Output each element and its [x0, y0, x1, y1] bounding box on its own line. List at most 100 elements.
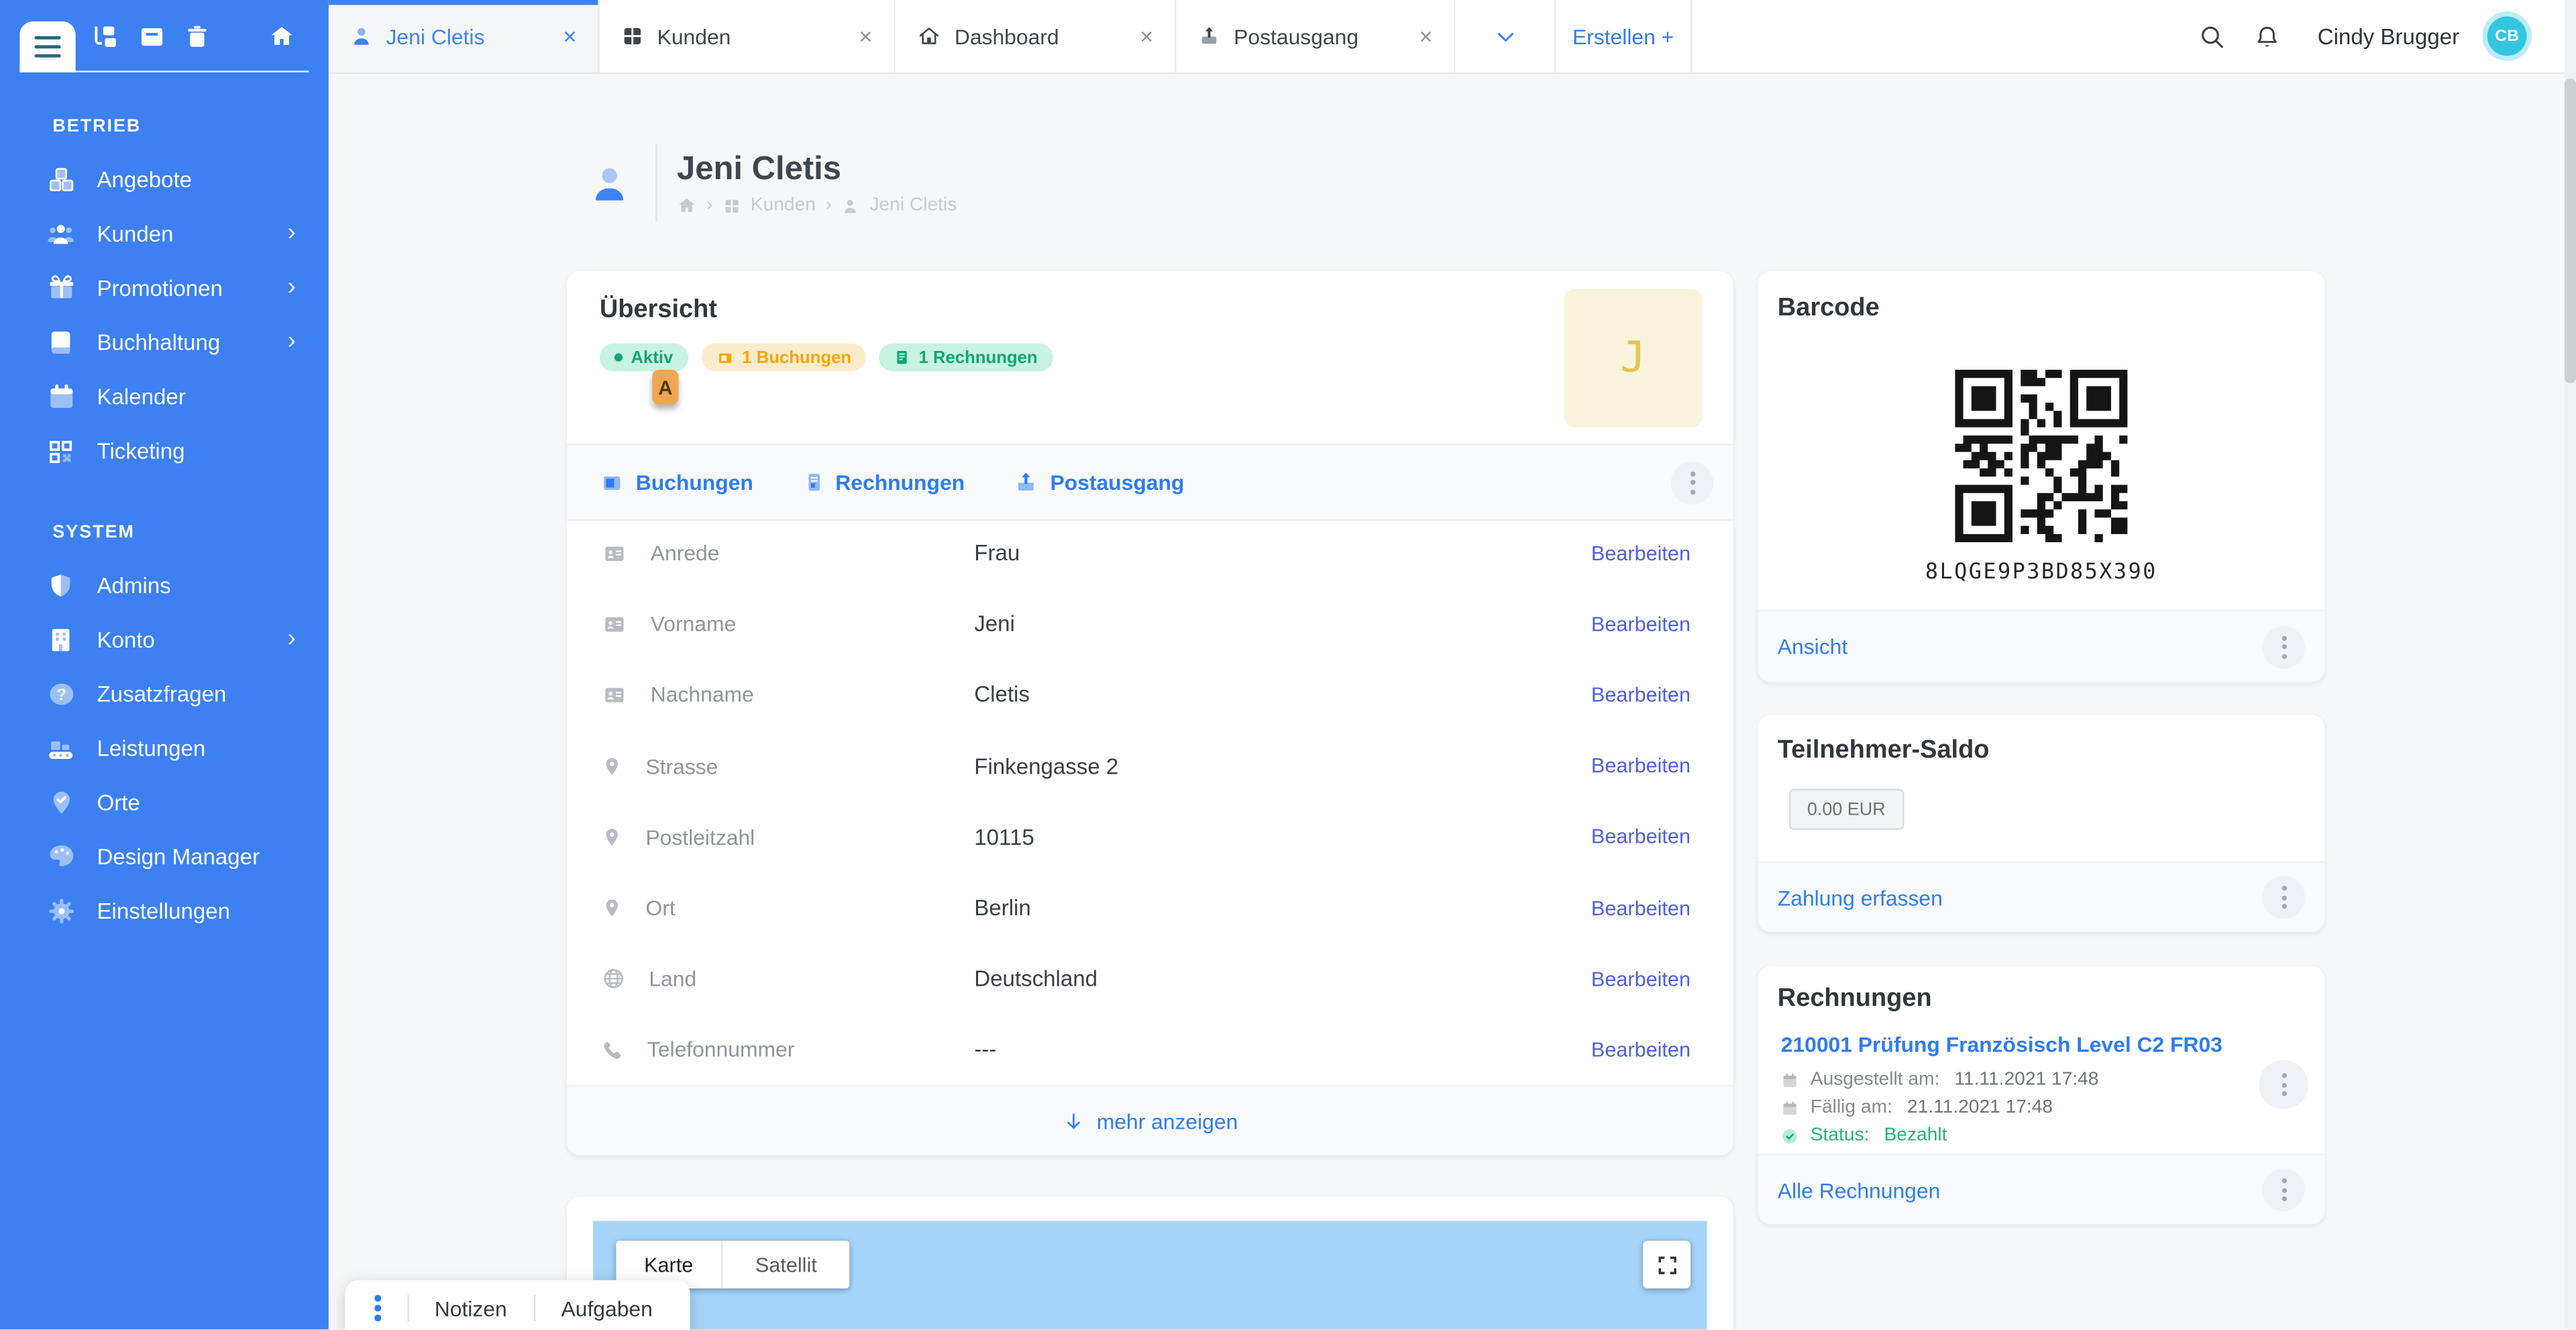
home-button[interactable] — [256, 0, 305, 72]
qr-icon — [44, 435, 77, 468]
edit-link[interactable]: Bearbeiten — [1591, 825, 1690, 848]
zahlung-erfassen-link[interactable]: Zahlung erfassen — [1778, 885, 1943, 910]
issued-value: 11.11.2021 17:48 — [1954, 1070, 2098, 1089]
avatar[interactable]: CB — [2487, 16, 2527, 56]
fullscreen-button[interactable] — [1643, 1241, 1690, 1288]
sidebar-item-kunden[interactable]: Kunden › — [0, 207, 329, 262]
home-icon — [267, 23, 295, 49]
close-icon[interactable]: × — [550, 23, 577, 49]
scrollbar-thumb[interactable] — [2565, 79, 2576, 383]
sidebar-item-orte[interactable]: Orte — [0, 776, 329, 830]
edit-link[interactable]: Bearbeiten — [1591, 613, 1690, 635]
invoice-menu-button[interactable] — [2259, 1060, 2308, 1109]
sidebar-item-label: Kalender — [97, 385, 185, 409]
scrollbar-track[interactable] — [2565, 0, 2576, 1329]
bottom-dock: Notizen Aufgaben — [345, 1280, 690, 1329]
sidebar-divider — [19, 70, 309, 72]
detail-row-postleitzahl: Postleitzahl 10115 Bearbeiten — [567, 801, 1733, 872]
detail-rows: Anrede Frau Bearbeiten Vorname Jeni Bear… — [567, 517, 1733, 1085]
menu-toggle-button[interactable] — [19, 21, 75, 72]
close-icon[interactable]: × — [1127, 23, 1154, 49]
bell-icon[interactable] — [2253, 22, 2279, 50]
check-circle-icon — [1781, 1127, 1799, 1145]
field-value: Deutschland — [974, 967, 1591, 992]
invoice-status-row: Status: Bezahlt — [1781, 1126, 2253, 1145]
create-tab-button[interactable]: Erstellen + — [1556, 0, 1692, 72]
sidebar-toolbar — [0, 0, 329, 72]
map-type-satellit-button[interactable]: Satellit — [721, 1241, 849, 1288]
tab-dashboard[interactable]: Dashboard × — [896, 0, 1177, 72]
aufgaben-button[interactable]: Aufgaben — [551, 1296, 663, 1321]
edit-link[interactable]: Bearbeiten — [1591, 754, 1690, 777]
grid-icon[interactable] — [722, 197, 741, 215]
dock-divider — [407, 1295, 408, 1321]
field-value: Jeni — [974, 612, 1591, 637]
notizen-button[interactable]: Notizen — [425, 1296, 517, 1321]
edit-link[interactable]: Bearbeiten — [1591, 542, 1690, 564]
saldo-menu-button[interactable] — [2262, 876, 2305, 919]
invoices-card: Rechnungen 210001 Prüfung Französisch Le… — [1758, 966, 2324, 1224]
show-more-button[interactable]: mehr anzeigen — [1062, 1109, 1238, 1133]
page-title: Jeni Cletis — [677, 151, 957, 187]
sidebar-item-design-manager[interactable]: Design Manager — [0, 830, 329, 884]
saldo-title: Teilnehmer-Saldo — [1778, 736, 1990, 766]
badge-rechnungen: 1 Rechnungen — [879, 344, 1053, 372]
dock-menu-button[interactable] — [365, 1295, 390, 1321]
barcode-menu-button[interactable] — [2262, 625, 2305, 668]
tab-buchungen[interactable]: Buchungen — [600, 470, 753, 495]
tab-rechnungen[interactable]: Rechnungen — [802, 470, 965, 495]
tab-jeni-cletis[interactable]: Jeni Cletis × — [329, 0, 600, 72]
edit-link[interactable]: Bearbeiten — [1591, 968, 1690, 990]
globe-icon — [601, 967, 626, 992]
overview-menu-button[interactable] — [1671, 461, 1714, 504]
chevron-down-icon — [1493, 24, 1517, 49]
home-icon[interactable] — [677, 195, 696, 215]
sidebar-item-kalender[interactable]: Kalender — [0, 370, 329, 424]
field-value: Berlin — [974, 896, 1591, 921]
sidebar-item-promotionen[interactable]: Promotionen › — [0, 261, 329, 315]
breadcrumb-kunden[interactable]: Kunden — [751, 195, 816, 215]
id-card-icon — [601, 542, 627, 564]
close-icon[interactable]: × — [1406, 23, 1433, 49]
breadcrumb-current: Jeni Cletis — [869, 195, 957, 215]
search-icon[interactable] — [2198, 22, 2226, 50]
edit-link[interactable]: Bearbeiten — [1591, 684, 1690, 707]
sidebar-item-label: Zusatzfragen — [97, 682, 226, 707]
user-name[interactable]: Cindy Brugger — [2318, 24, 2459, 49]
sidebar-item-leistungen[interactable]: Leistungen — [0, 721, 329, 776]
sidebar-item-angebote[interactable]: Angebote — [0, 153, 329, 207]
map[interactable]: Karte Satellit — [593, 1221, 1707, 1330]
id-card-icon — [601, 684, 627, 707]
trash-button[interactable] — [172, 0, 221, 72]
page-header: Jeni Cletis › Kunden › Jeni Cletis — [586, 145, 957, 222]
sidebar-item-label: Design Manager — [97, 845, 260, 870]
tab-kunden[interactable]: Kunden × — [600, 0, 896, 72]
phone-icon — [601, 1039, 624, 1062]
edit-link[interactable]: Bearbeiten — [1591, 897, 1690, 919]
close-icon[interactable]: × — [846, 23, 873, 49]
sidebar-item-label: Leistungen — [97, 736, 205, 761]
sidebar-item-zusatzfragen[interactable]: ? Zusatzfragen — [0, 667, 329, 721]
archive-button[interactable] — [127, 0, 176, 72]
hamburger-icon — [34, 36, 60, 58]
tab-postausgang[interactable]: Postausgang — [1014, 470, 1185, 495]
badge-row: Aktiv 1 Buchungen 1 Rechnungen — [600, 344, 1053, 372]
sidebar-item-einstellungen[interactable]: Einstellungen — [0, 884, 329, 939]
tree-view-button[interactable] — [79, 0, 128, 72]
alle-rechnungen-link[interactable]: Alle Rechnungen — [1778, 1178, 1941, 1203]
tab-label: Kunden — [657, 24, 731, 49]
invoice-link[interactable]: 210001 Prüfung Französisch Level C2 FR03 — [1781, 1032, 2253, 1057]
sidebar-item-buchhaltung[interactable]: Buchhaltung › — [0, 315, 329, 370]
detail-row-strasse: Strasse Finkengasse 2 Bearbeiten — [567, 731, 1733, 802]
barcode-value: 8LQGE9P3BD85X390 — [1758, 560, 2324, 585]
sidebar-item-label: Buchhaltung — [97, 330, 220, 355]
edit-link[interactable]: Bearbeiten — [1591, 1039, 1690, 1062]
overview-title: Übersicht — [600, 296, 717, 325]
sidebar-item-ticketing[interactable]: Ticketing — [0, 424, 329, 478]
sidebar-item-admins[interactable]: Admins — [0, 559, 329, 613]
ansicht-link[interactable]: Ansicht — [1778, 634, 1847, 659]
sidebar-item-konto[interactable]: Konto › — [0, 613, 329, 667]
more-tabs-button[interactable] — [1456, 0, 1556, 72]
invoices-menu-button[interactable] — [2262, 1168, 2305, 1211]
tab-postausgang[interactable]: Postausgang × — [1176, 0, 1455, 72]
